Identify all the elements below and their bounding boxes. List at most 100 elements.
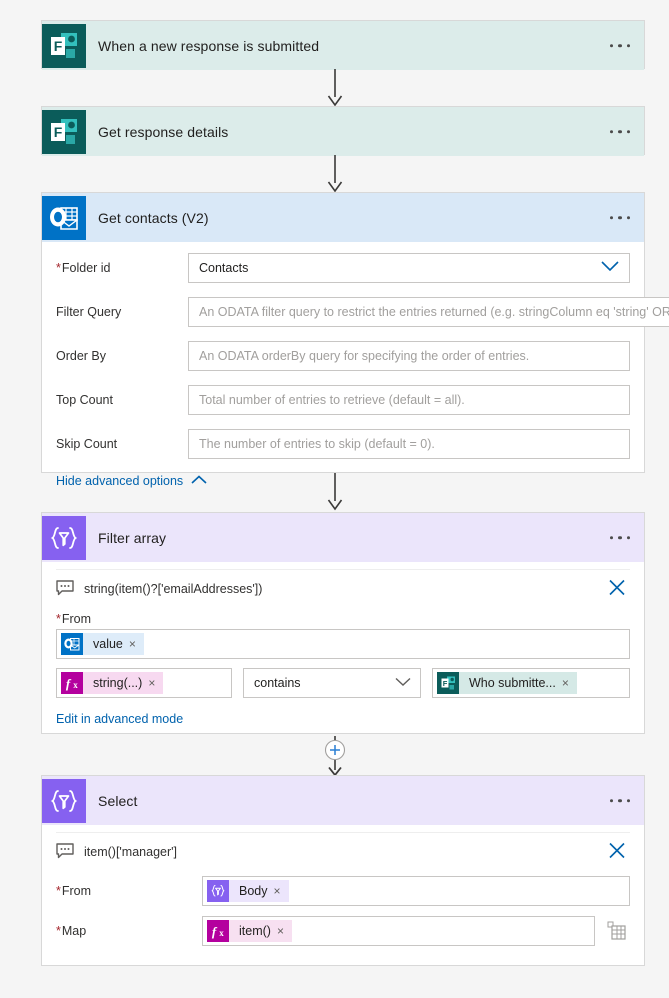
token-remove-icon[interactable]: × bbox=[276, 920, 292, 942]
connector-arrow-4 bbox=[0, 736, 669, 778]
token-label: Body bbox=[229, 880, 274, 902]
token-value[interactable]: value × bbox=[61, 633, 144, 655]
step-header-get-response-details[interactable]: F Get response details bbox=[42, 107, 644, 156]
connector-arrow-2 bbox=[0, 155, 669, 193]
filter-array-expression-text: string(item()?['emailAddresses']) bbox=[84, 582, 263, 596]
condition-operator-value: contains bbox=[254, 676, 301, 690]
required-indicator: * bbox=[56, 924, 61, 938]
step-overflow-menu-get-contacts[interactable] bbox=[609, 215, 630, 220]
condition-left-field[interactable]: f x string(...) × bbox=[56, 668, 232, 698]
folder-id-value: Contacts bbox=[199, 261, 249, 275]
token-remove-icon[interactable]: × bbox=[273, 880, 289, 902]
select-expression-text: item()['manager'] bbox=[84, 845, 177, 859]
microsoft-forms-icon: F bbox=[42, 109, 86, 154]
param-row-top-count: Top Count Total number of entries to ret… bbox=[56, 383, 630, 417]
edit-in-advanced-mode-link[interactable]: Edit in advanced mode bbox=[56, 712, 183, 726]
switch-to-text-mode-icon[interactable] bbox=[604, 921, 630, 941]
condition-operator-dropdown[interactable]: contains bbox=[243, 668, 421, 698]
data-operation-icon bbox=[207, 880, 229, 902]
svg-text:F: F bbox=[443, 679, 448, 688]
param-label-top-count: Top Count bbox=[56, 393, 113, 407]
step-title-filter-array: Filter array bbox=[98, 529, 167, 546]
svg-text:x: x bbox=[73, 680, 78, 690]
data-operation-icon bbox=[42, 515, 86, 560]
advanced-options-row: Hide advanced options bbox=[56, 473, 630, 488]
chevron-down-icon[interactable] bbox=[601, 261, 619, 275]
step-title-trigger: When a new response is submitted bbox=[98, 37, 320, 54]
expression-fx-icon: f x bbox=[61, 672, 83, 694]
token-remove-icon[interactable]: × bbox=[148, 672, 164, 694]
order-by-placeholder: An ODATA orderBy query for specifying th… bbox=[199, 349, 530, 363]
folder-id-dropdown[interactable]: Contacts bbox=[188, 253, 630, 283]
flow-designer-canvas: F When a new response is submitted F Get… bbox=[0, 0, 669, 998]
step-overflow-menu-trigger[interactable] bbox=[609, 43, 630, 48]
step-overflow-menu-select[interactable] bbox=[609, 798, 630, 803]
flow-step-card-get-contacts[interactable]: Get contacts (V2) *Folder id Contacts Fi… bbox=[41, 192, 669, 488]
select-map-label: *Map bbox=[56, 924, 87, 938]
token-item[interactable]: f x item() × bbox=[207, 920, 292, 942]
step-header-filter-array[interactable]: Filter array bbox=[42, 513, 644, 562]
flow-step-card-get-response-details[interactable]: F Get response details bbox=[41, 106, 645, 156]
top-count-input[interactable]: Total number of entries to retrieve (def… bbox=[188, 385, 630, 415]
select-from-label: *From bbox=[56, 884, 92, 898]
filter-array-body: string(item()?['emailAddresses']) *From bbox=[42, 562, 644, 726]
token-label: string(...) bbox=[83, 672, 149, 694]
flow-step-card-select[interactable]: Select item()['manager'] *From Body × *M… bbox=[41, 775, 645, 966]
token-remove-icon[interactable]: × bbox=[128, 633, 144, 655]
data-operation-icon bbox=[42, 778, 86, 823]
chevron-up-icon[interactable] bbox=[191, 473, 207, 488]
close-icon[interactable] bbox=[606, 840, 628, 865]
token-who-submitted[interactable]: F Who submitte... × bbox=[437, 672, 577, 694]
outlook-icon bbox=[42, 195, 86, 240]
select-map-field[interactable]: f x item() × bbox=[202, 916, 595, 946]
hide-advanced-options-link[interactable]: Hide advanced options bbox=[56, 474, 183, 488]
chevron-down-icon[interactable] bbox=[395, 676, 411, 690]
step-header-trigger[interactable]: F When a new response is submitted bbox=[42, 21, 644, 70]
svg-text:F: F bbox=[54, 124, 63, 140]
param-label-folder-id: *Folder id bbox=[56, 261, 111, 275]
close-icon[interactable] bbox=[606, 577, 628, 602]
token-body[interactable]: Body × bbox=[207, 880, 289, 902]
param-row-skip-count: Skip Count The number of entries to skip… bbox=[56, 427, 630, 461]
skip-count-input[interactable]: The number of entries to skip (default =… bbox=[188, 429, 630, 459]
connector-arrow-1 bbox=[0, 69, 669, 107]
select-from-field[interactable]: Body × bbox=[202, 876, 630, 906]
filter-array-condition-row: f x string(...) × contains F Who submitt… bbox=[56, 668, 630, 698]
microsoft-forms-icon: F bbox=[437, 672, 459, 694]
comment-icon bbox=[56, 579, 74, 599]
token-remove-icon[interactable]: × bbox=[561, 672, 577, 694]
top-count-placeholder: Total number of entries to retrieve (def… bbox=[199, 393, 465, 407]
select-map-row: *Map f x item() × bbox=[56, 911, 630, 951]
get-contacts-body: *Folder id Contacts Filter Query An ODAT… bbox=[42, 242, 669, 488]
skip-count-placeholder: The number of entries to skip (default =… bbox=[199, 437, 435, 451]
step-header-get-contacts[interactable]: Get contacts (V2) bbox=[42, 193, 644, 242]
token-expression-string[interactable]: f x string(...) × bbox=[61, 672, 164, 694]
param-row-folder-id: *Folder id Contacts bbox=[56, 251, 630, 285]
svg-text:x: x bbox=[219, 928, 224, 938]
filter-query-placeholder: An ODATA filter query to restrict the en… bbox=[199, 305, 669, 319]
param-row-order-by: Order By An ODATA orderBy query for spec… bbox=[56, 339, 630, 373]
filter-array-from-label: *From bbox=[56, 612, 92, 626]
flow-step-card-trigger[interactable]: F When a new response is submitted bbox=[41, 20, 645, 70]
comment-icon bbox=[56, 842, 74, 862]
step-title-select: Select bbox=[98, 792, 138, 809]
select-body: item()['manager'] *From Body × *Map f x … bbox=[42, 825, 644, 951]
filter-query-input[interactable]: An ODATA filter query to restrict the en… bbox=[188, 297, 669, 327]
filter-array-from-block: *From value × bbox=[56, 612, 630, 659]
step-overflow-menu-filter-array[interactable] bbox=[609, 535, 630, 540]
step-overflow-menu-get-response-details[interactable] bbox=[609, 129, 630, 134]
filter-array-expression-row: string(item()?['emailAddresses']) bbox=[56, 569, 630, 608]
condition-right-field[interactable]: F Who submitte... × bbox=[432, 668, 630, 698]
condition-operator-wrapper: contains bbox=[243, 668, 421, 698]
flow-step-card-filter-array[interactable]: Filter array string(item()?['emailAddres… bbox=[41, 512, 645, 734]
token-label: Who submitte... bbox=[459, 672, 562, 694]
param-row-filter-query: Filter Query An ODATA filter query to re… bbox=[56, 295, 669, 329]
microsoft-forms-icon: F bbox=[42, 23, 86, 68]
filter-array-from-field[interactable]: value × bbox=[56, 629, 630, 659]
required-indicator: * bbox=[56, 261, 61, 275]
required-indicator: * bbox=[56, 612, 61, 626]
token-label: value bbox=[83, 633, 129, 655]
step-header-select[interactable]: Select bbox=[42, 776, 644, 825]
order-by-input[interactable]: An ODATA orderBy query for specifying th… bbox=[188, 341, 630, 371]
step-title-get-contacts: Get contacts (V2) bbox=[98, 209, 209, 226]
